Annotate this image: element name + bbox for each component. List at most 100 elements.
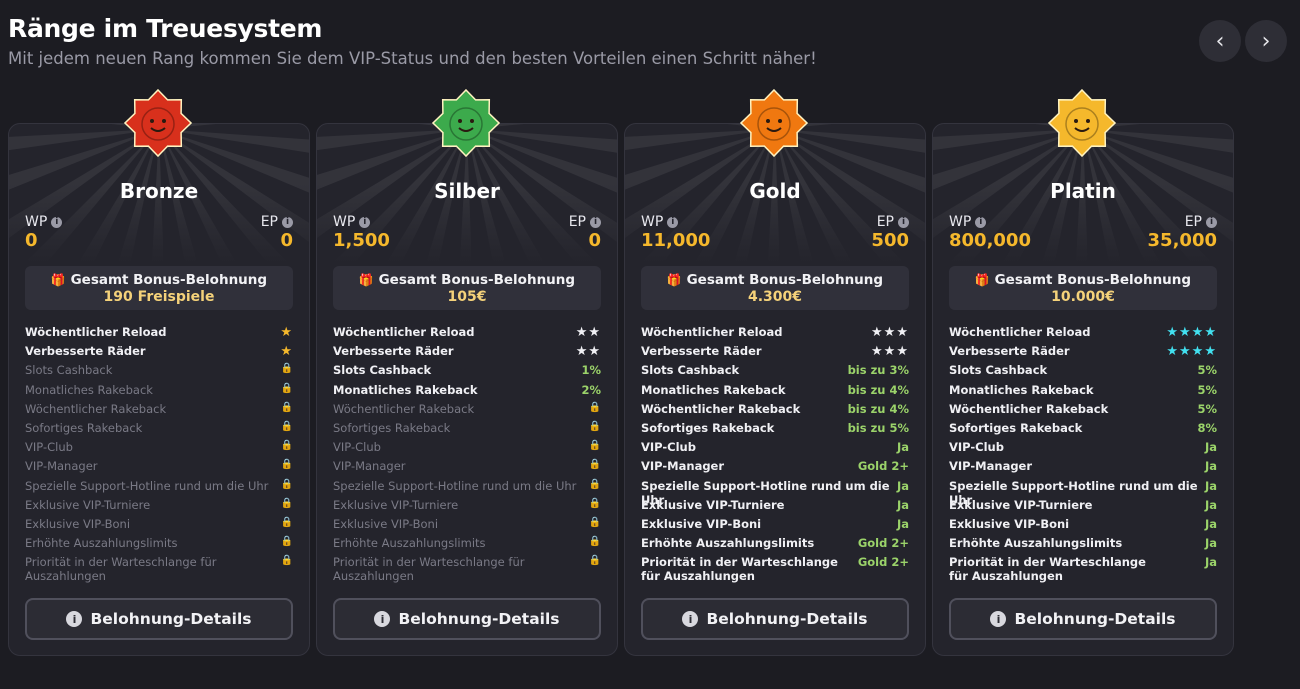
ep-value: 500: [871, 230, 909, 251]
info-icon: i: [682, 611, 699, 627]
feature-value: Ja: [1204, 555, 1217, 570]
info-icon[interactable]: i: [975, 216, 987, 228]
feature-row: Exklusive VIP-Boni Ja: [949, 517, 1217, 536]
feature-row: Exklusive VIP-Turniere Ja: [949, 498, 1217, 517]
feature-label: Exklusive VIP-Boni: [333, 516, 439, 531]
feature-row: Slots Cashback bis zu 3%: [641, 363, 909, 382]
lock-icon: 🔒: [280, 478, 293, 490]
chevron-right-icon: ›: [1261, 28, 1271, 54]
info-icon[interactable]: i: [359, 216, 371, 228]
feature-label: Slots Cashback: [949, 363, 1048, 378]
star-rating-icon: ★★★: [871, 325, 909, 340]
reward-details-button[interactable]: i Belohnung-Details: [333, 598, 601, 640]
rank-card-silber: Silber WP i EP i 1,500 0 🎁 Gesamt Bonus-Be…: [316, 88, 618, 689]
ep-label: EP i: [1185, 214, 1217, 230]
bonus-reward-box: 🎁 Gesamt Bonus-Belohnung 10.000€: [949, 266, 1217, 310]
feature-label: Exklusive VIP-Turniere: [333, 497, 459, 512]
bonus-reward-label: 🎁 Gesamt Bonus-Belohnung: [358, 272, 576, 288]
lock-icon: 🔒: [280, 536, 293, 548]
feature-row: Wöchentlicher Reload ★★★: [641, 325, 909, 344]
info-icon[interactable]: i: [667, 216, 679, 228]
feature-label: Exklusive VIP-Boni: [25, 516, 131, 531]
feature-row: Priorität in der Warteschlange für Ausza…: [949, 555, 1217, 587]
feature-row: Wöchentlicher Rakeback 🔒: [333, 402, 601, 421]
feature-label: Exklusive VIP-Boni: [641, 516, 762, 531]
feature-value: Ja: [1204, 497, 1217, 512]
info-icon[interactable]: i: [590, 216, 601, 228]
feature-row: Slots Cashback 🔒: [25, 363, 293, 382]
feature-label: Sofortiges Rakeback: [641, 420, 775, 435]
page-header: Ränge im Treuesystem Mit jedem neuen Ran…: [8, 14, 817, 68]
feature-label: Slots Cashback: [641, 363, 740, 378]
feature-label: Priorität in der Warteschlange für Ausza…: [25, 555, 217, 584]
info-icon[interactable]: i: [898, 216, 909, 228]
feature-value: Gold 2+: [857, 555, 909, 570]
ep-label: EP i: [569, 214, 601, 230]
feature-row: VIP-Manager Ja: [949, 459, 1217, 478]
page-subtitle: Mit jedem neuen Rang kommen Sie dem VIP-…: [8, 49, 817, 68]
feature-label: Erhöhte Auszahlungslimits: [641, 536, 815, 551]
lock-icon: 🔒: [280, 420, 293, 432]
feature-label: Monatliches Rakeback: [641, 382, 786, 397]
feature-value: Ja: [896, 440, 909, 455]
bonus-reward-box: 🎁 Gesamt Bonus-Belohnung 190 Freispiele: [25, 266, 293, 310]
info-icon: i: [374, 611, 391, 627]
feature-label: Sofortiges Rakeback: [949, 420, 1083, 435]
gift-icon: 🎁: [666, 273, 682, 287]
rank-emblem-icon: [740, 88, 808, 158]
gift-icon: 🎁: [358, 273, 374, 287]
rank-emblem-icon: [1048, 88, 1116, 158]
feature-value: 5%: [1197, 401, 1217, 416]
feature-row: Sofortiges Rakeback 🔒: [333, 421, 601, 440]
reward-details-button[interactable]: i Belohnung-Details: [641, 598, 909, 640]
feature-value: 8%: [1197, 420, 1217, 435]
feature-row: Wöchentlicher Reload ★: [25, 325, 293, 344]
feature-label: Spezielle Support-Hotline rund um die Uh…: [333, 478, 577, 493]
carousel-prev-button[interactable]: ‹: [1199, 20, 1241, 62]
feature-value: 1%: [581, 363, 601, 378]
feature-label: Verbesserte Räder: [949, 344, 1070, 359]
feature-list: Wöchentlicher Reload ★★★★ Verbesserte Rä…: [949, 325, 1217, 587]
feature-row: VIP-Manager 🔒: [25, 459, 293, 478]
feature-value: bis zu 4%: [847, 401, 909, 416]
feature-list: Wöchentlicher Reload ★ Verbesserte Räder…: [25, 325, 293, 587]
feature-label: Spezielle Support-Hotline rund um die Uh…: [25, 478, 269, 493]
bonus-reward-label: 🎁 Gesamt Bonus-Belohnung: [666, 272, 884, 288]
reward-details-button[interactable]: i Belohnung-Details: [25, 598, 293, 640]
rank-cards: Bronze WP i EP i 0 0 🎁 Gesamt Bonus-Belohn…: [8, 88, 1234, 689]
card-background: Silber WP i EP i 1,500 0 🎁 Gesamt Bonus-Be…: [316, 123, 618, 656]
ep-value: 35,000: [1147, 230, 1217, 251]
carousel-next-button[interactable]: ›: [1245, 20, 1287, 62]
lock-icon: 🔒: [588, 536, 601, 548]
feature-label: VIP-Club: [25, 440, 73, 455]
feature-label: VIP-Manager: [25, 459, 98, 474]
feature-label: Erhöhte Auszahlungslimits: [25, 536, 178, 551]
feature-label: Wöchentlicher Rakeback: [25, 401, 167, 416]
feature-row: Verbesserte Räder ★★★★: [949, 344, 1217, 363]
feature-value: Gold 2+: [857, 536, 909, 551]
feature-label: Slots Cashback: [25, 363, 113, 378]
feature-row: Priorität in der Warteschlange für Ausza…: [25, 555, 293, 587]
feature-label: Wöchentlicher Rakeback: [333, 401, 475, 416]
feature-list: Wöchentlicher Reload ★★★ Verbesserte Räd…: [641, 325, 909, 587]
feature-label: Sofortiges Rakeback: [333, 420, 451, 435]
bonus-reward-box: 🎁 Gesamt Bonus-Belohnung 105€: [333, 266, 601, 310]
feature-row: Slots Cashback 5%: [949, 363, 1217, 382]
feature-row: Monatliches Rakeback bis zu 4%: [641, 383, 909, 402]
bonus-reward-value: 4.300€: [747, 289, 803, 305]
info-icon[interactable]: i: [282, 216, 293, 228]
star-rating-icon: ★★★★: [1166, 344, 1217, 360]
feature-label: Verbesserte Räder: [641, 344, 762, 359]
feature-value: Ja: [1204, 478, 1217, 493]
rank-name: Gold: [749, 179, 801, 203]
feature-row: Sofortiges Rakeback 8%: [949, 421, 1217, 440]
feature-row: Erhöhte Auszahlungslimits Gold 2+: [641, 536, 909, 555]
feature-label: Priorität in der Warteschlange für Ausza…: [333, 555, 525, 584]
info-icon[interactable]: i: [1206, 216, 1217, 228]
lock-icon: 🔒: [588, 555, 601, 567]
info-icon[interactable]: i: [51, 216, 63, 228]
reward-details-button[interactable]: i Belohnung-Details: [949, 598, 1217, 640]
lock-icon: 🔒: [588, 459, 601, 471]
feature-value: Ja: [896, 516, 909, 531]
feature-label: VIP-Club: [949, 440, 1004, 455]
